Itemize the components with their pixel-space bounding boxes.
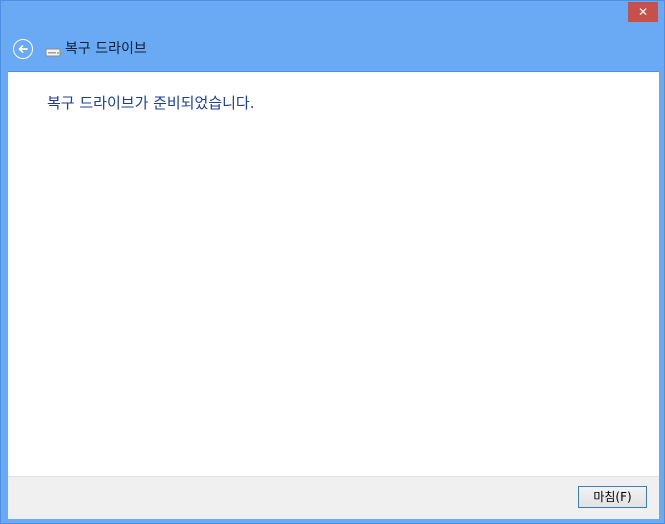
content-pane: 복구 드라이브가 준비되었습니다. xyxy=(8,71,659,477)
back-arrow-icon xyxy=(18,45,28,53)
window-title: 복구 드라이브 xyxy=(65,41,147,57)
drive-icon xyxy=(45,48,61,57)
finish-button[interactable]: 마침(F) xyxy=(578,486,647,508)
back-button[interactable] xyxy=(13,39,33,59)
recovery-drive-window: ✕ 복구 드라이브 복구 드라이브가 준비되었습니다. 마침(F) xyxy=(0,0,665,524)
button-bar: 마침(F) xyxy=(8,476,659,519)
ready-message: 복구 드라이브가 준비되었습니다. xyxy=(47,94,255,112)
close-icon: ✕ xyxy=(637,5,649,19)
close-button[interactable]: ✕ xyxy=(628,2,658,22)
